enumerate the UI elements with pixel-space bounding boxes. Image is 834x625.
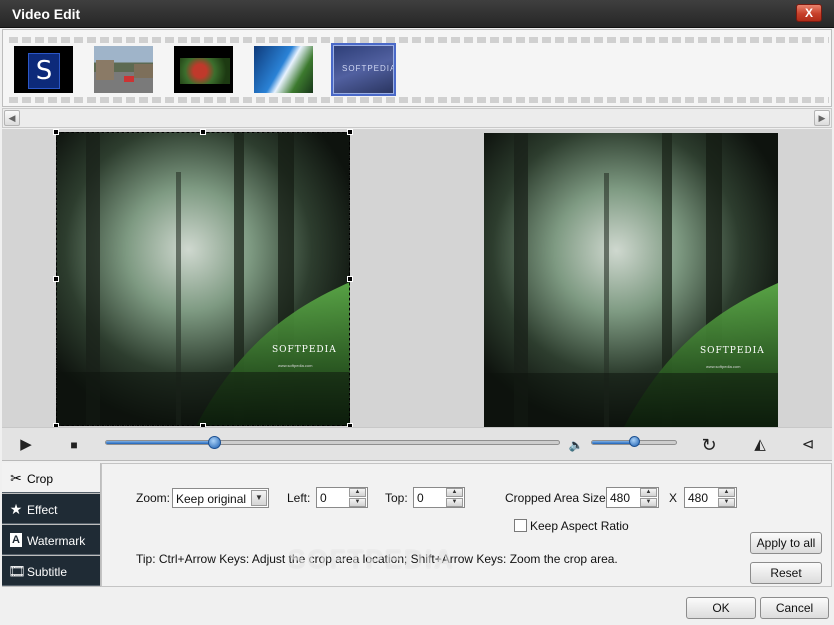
flip-horizontal-icon[interactable]: ◭	[750, 436, 770, 454]
chevron-down-icon[interactable]: ▼	[251, 490, 267, 506]
scroll-right-button[interactable]: ▶	[814, 110, 830, 126]
thumbnail-4[interactable]	[251, 43, 316, 96]
crop-width-decrement-button[interactable]: ▼	[640, 498, 657, 507]
zoom-dropdown-value: Keep original	[176, 492, 247, 506]
keep-aspect-checkbox[interactable]	[514, 519, 527, 532]
top-decrement-button[interactable]: ▼	[446, 498, 463, 507]
film-perforation-bottom	[9, 97, 829, 103]
left-label: Left:	[287, 491, 311, 505]
crop-handle-r[interactable]	[347, 276, 353, 282]
left-decrement-button[interactable]: ▼	[349, 498, 366, 507]
filmstrip-scrollbar[interactable]: ◀ ▶	[2, 108, 832, 128]
crop-selection-box[interactable]	[53, 129, 353, 429]
ok-button[interactable]: OK	[686, 597, 756, 619]
thumbnail-1-logo: S	[28, 53, 60, 89]
title-bar: Video Edit X	[0, 0, 834, 28]
seek-slider-handle[interactable]	[207, 436, 221, 449]
crop-width-spinbox[interactable]: 480 ▲ ▼	[606, 487, 659, 508]
output-url-text: www.softpedia.com	[706, 364, 741, 369]
volume-slider-handle[interactable]	[628, 436, 640, 447]
zoom-dropdown[interactable]: Keep original ▼	[172, 488, 269, 508]
output-logo-text: SOFTPEDIA	[700, 346, 765, 356]
tab-subtitle-label: Subtitle	[27, 565, 68, 579]
thumbnail-5-selected[interactable]: SOFTPEDIA	[331, 43, 396, 96]
flip-vertical-icon[interactable]: ⊲	[798, 436, 818, 454]
film-icon: 🎞	[8, 563, 26, 579]
thumbnail-5-text: SOFTPEDIA	[342, 64, 393, 73]
crop-height-decrement-button[interactable]: ▼	[718, 498, 735, 507]
keep-aspect-label[interactable]: Keep Aspect Ratio	[530, 519, 629, 533]
crop-handle-l[interactable]	[53, 276, 59, 282]
tab-effect[interactable]: ★ Effect	[2, 494, 100, 524]
seek-slider[interactable]	[105, 440, 560, 445]
size-separator: X	[669, 491, 678, 505]
crop-height-value: 480	[688, 491, 709, 505]
playback-controls: ▶ ■ 🔈 ↻ ◭ ⊲	[2, 427, 832, 461]
cropped-size-label: Cropped Area Size:	[505, 491, 610, 505]
edit-tabs: ✂ Crop ★ Effect A Watermark 🎞 Subtitle	[2, 463, 101, 587]
crop-handle-tr[interactable]	[347, 129, 353, 135]
volume-icon[interactable]: 🔈	[566, 436, 586, 454]
top-increment-button[interactable]: ▲	[446, 488, 463, 497]
seek-progress-fill	[106, 441, 216, 444]
reset-button[interactable]: Reset	[750, 562, 822, 584]
crop-handle-tl[interactable]	[53, 129, 59, 135]
rotate-icon[interactable]: ↻	[699, 436, 719, 454]
stop-icon[interactable]: ■	[64, 436, 84, 454]
cancel-button[interactable]: Cancel	[760, 597, 829, 619]
tab-watermark-label: Watermark	[27, 534, 86, 548]
thumbnail-3[interactable]	[171, 43, 236, 96]
crop-width-increment-button[interactable]: ▲	[640, 488, 657, 497]
tab-subtitle[interactable]: 🎞 Subtitle	[2, 556, 100, 586]
top-spinbox[interactable]: 0 ▲ ▼	[413, 487, 465, 508]
left-increment-button[interactable]: ▲	[349, 488, 366, 497]
thumbnail-1[interactable]: S	[11, 43, 76, 96]
apply-to-all-button[interactable]: Apply to all	[750, 532, 822, 554]
watermark-icon: A	[10, 533, 22, 547]
tab-crop[interactable]: ✂ Crop	[2, 463, 100, 493]
close-button[interactable]: X	[796, 4, 822, 22]
left-value: 0	[320, 491, 327, 505]
tab-watermark[interactable]: A Watermark	[2, 525, 100, 555]
tab-crop-label: Crop	[27, 472, 54, 486]
scissors-icon: ✂	[10, 470, 22, 486]
thumbnail-strip: S SOFTPEDIA	[2, 29, 832, 107]
star-icon: ★	[9, 501, 23, 517]
top-value: 0	[417, 491, 424, 505]
output-forest-image	[484, 133, 778, 427]
play-icon[interactable]: ▶	[16, 436, 36, 454]
left-spinbox[interactable]: 0 ▲ ▼	[316, 487, 368, 508]
crop-width-value: 480	[610, 491, 631, 505]
crop-height-spinbox[interactable]: 480 ▲ ▼	[684, 487, 737, 508]
crop-handle-t[interactable]	[200, 129, 206, 135]
crop-settings-panel: Zoom: Keep original ▼ Left: 0 ▲ ▼ Top: 0…	[101, 463, 832, 587]
top-label: Top:	[385, 491, 408, 505]
softpedia-watermark: SOFTPEDIA	[288, 544, 455, 574]
thumbnail-2[interactable]	[91, 43, 156, 96]
window-title: Video Edit	[12, 6, 81, 22]
output-preview: SOFTPEDIA www.softpedia.com	[484, 133, 778, 427]
crop-height-increment-button[interactable]: ▲	[718, 488, 735, 497]
preview-area: SOFTPEDIA www.softpedia.com SOFTPEDIA ww…	[2, 129, 832, 429]
scroll-left-button[interactable]: ◀	[4, 110, 20, 126]
tab-effect-label: Effect	[27, 503, 58, 517]
zoom-label: Zoom:	[136, 491, 171, 505]
